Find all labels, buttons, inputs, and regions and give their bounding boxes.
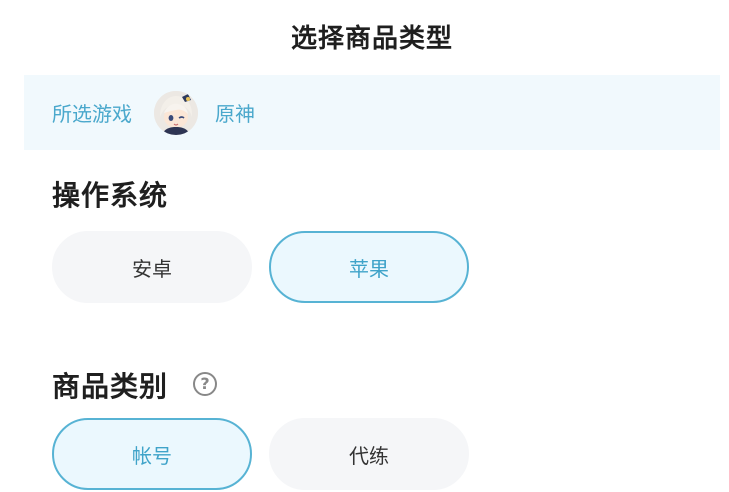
os-option-android-label: 安卓 (132, 256, 172, 281)
category-option-boosting-label: 代练 (349, 443, 389, 468)
os-section-title: 操作系统 (52, 179, 169, 212)
category-option-account[interactable]: 帐号 (52, 418, 252, 490)
os-option-ios-label: 苹果 (349, 256, 389, 281)
select-product-type-page: 选择商品类型 所选游戏 原神 操作系统 安卓 苹果 商品类别 ? 帐号 代练 (0, 0, 729, 492)
selected-game-label: 所选游戏 (52, 102, 132, 126)
page-title: 选择商品类型 (290, 24, 453, 54)
category-option-account-label: 帐号 (132, 443, 172, 468)
os-option-ios[interactable]: 苹果 (269, 231, 469, 303)
game-avatar-icon (154, 90, 198, 135)
os-option-android[interactable]: 安卓 (52, 231, 252, 303)
category-section-title: 商品类别 (52, 370, 169, 403)
selected-game-name: 原神 (215, 102, 255, 126)
category-option-boosting[interactable]: 代练 (269, 418, 469, 490)
help-icon[interactable]: ? (193, 372, 217, 396)
selected-game-bar[interactable]: 所选游戏 原神 (24, 75, 720, 150)
